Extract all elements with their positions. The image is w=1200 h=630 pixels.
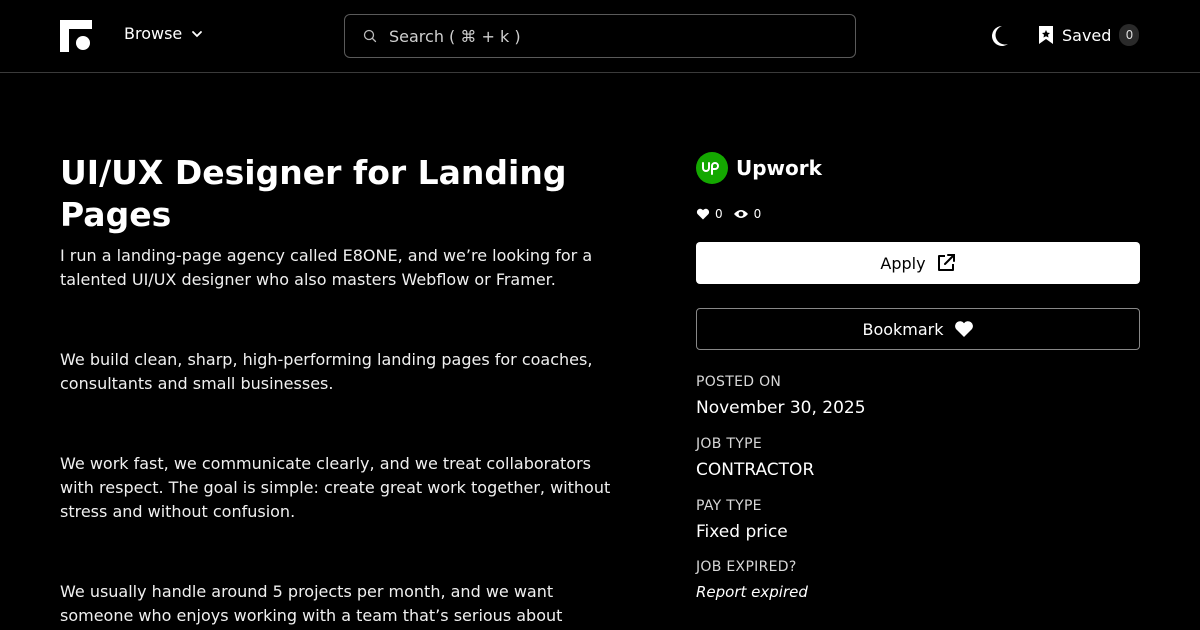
search-icon	[363, 29, 377, 43]
browse-menu[interactable]: Browse	[124, 24, 204, 43]
apply-button[interactable]: Apply	[696, 242, 1140, 284]
report-expired-link[interactable]: Report expired	[696, 583, 1140, 601]
search-input[interactable]: Search ( ⌘ + k )	[344, 14, 856, 58]
job-paragraph: We work fast, we communicate clearly, an…	[60, 454, 611, 521]
site-logo[interactable]	[60, 20, 92, 52]
company-header[interactable]: Upwork	[696, 152, 1140, 184]
likes-count: 0	[715, 207, 723, 221]
upwork-logo-icon	[702, 162, 719, 175]
external-link-icon	[937, 254, 955, 271]
heart-icon	[696, 208, 710, 220]
job-type-label: JOB TYPE	[696, 436, 762, 452]
views-count: 0	[753, 207, 762, 221]
saved-button[interactable]: Saved 0	[1038, 24, 1140, 46]
job-paragraph: We build clean, sharp, high-performing l…	[60, 350, 593, 393]
company-logo	[696, 152, 728, 184]
pay-type-section: PAY TYPE Fixed price	[696, 498, 1140, 542]
job-stats: 0 0	[696, 207, 1140, 221]
job-paragraph: I run a landing-page agency called E8ONE…	[60, 246, 593, 289]
job-type-value: CONTRACTOR	[696, 460, 815, 480]
company-name: Upwork	[736, 156, 822, 180]
chevron-down-icon	[192, 30, 203, 37]
bookmark-label: Bookmark	[862, 319, 944, 339]
posted-on-value: November 30, 2025	[696, 398, 866, 418]
likes-stat: 0	[696, 207, 723, 221]
job-paragraph: We usually handle around 5 projects per …	[60, 582, 563, 625]
browse-label: Browse	[124, 24, 183, 43]
bookmark-icon	[1039, 26, 1053, 44]
moon-icon[interactable]	[988, 24, 1010, 48]
job-type-section: JOB TYPE CONTRACTOR	[696, 436, 1140, 480]
saved-count-badge: 0	[1119, 24, 1140, 46]
job-expired-label: JOB EXPIRED?	[696, 559, 797, 575]
views-stat: 0	[733, 207, 762, 221]
bookmark-button[interactable]: Bookmark	[696, 308, 1140, 350]
eye-icon	[733, 210, 748, 218]
pay-type-value: Fixed price	[696, 522, 788, 542]
job-description: UI/UX Designer for Landing Pages I run a…	[60, 152, 620, 628]
job-expired-section: JOB EXPIRED? Report expired	[696, 559, 1140, 601]
posted-on-label: POSTED ON	[696, 374, 782, 390]
heart-icon	[954, 321, 973, 337]
apply-label: Apply	[880, 253, 926, 273]
pay-type-label: PAY TYPE	[696, 498, 762, 514]
posted-on-section: POSTED ON November 30, 2025	[696, 374, 1140, 418]
job-title: UI/UX Designer for Landing Pages	[60, 153, 567, 234]
search-placeholder: Search ( ⌘ + k )	[389, 26, 521, 46]
top-nav: Browse Search ( ⌘ + k ) Saved 0	[0, 0, 1200, 73]
job-sidebar: Upwork 0 0 Apply Bookmark POSTED ON Nove…	[696, 152, 1140, 601]
saved-label: Saved	[1062, 25, 1112, 45]
